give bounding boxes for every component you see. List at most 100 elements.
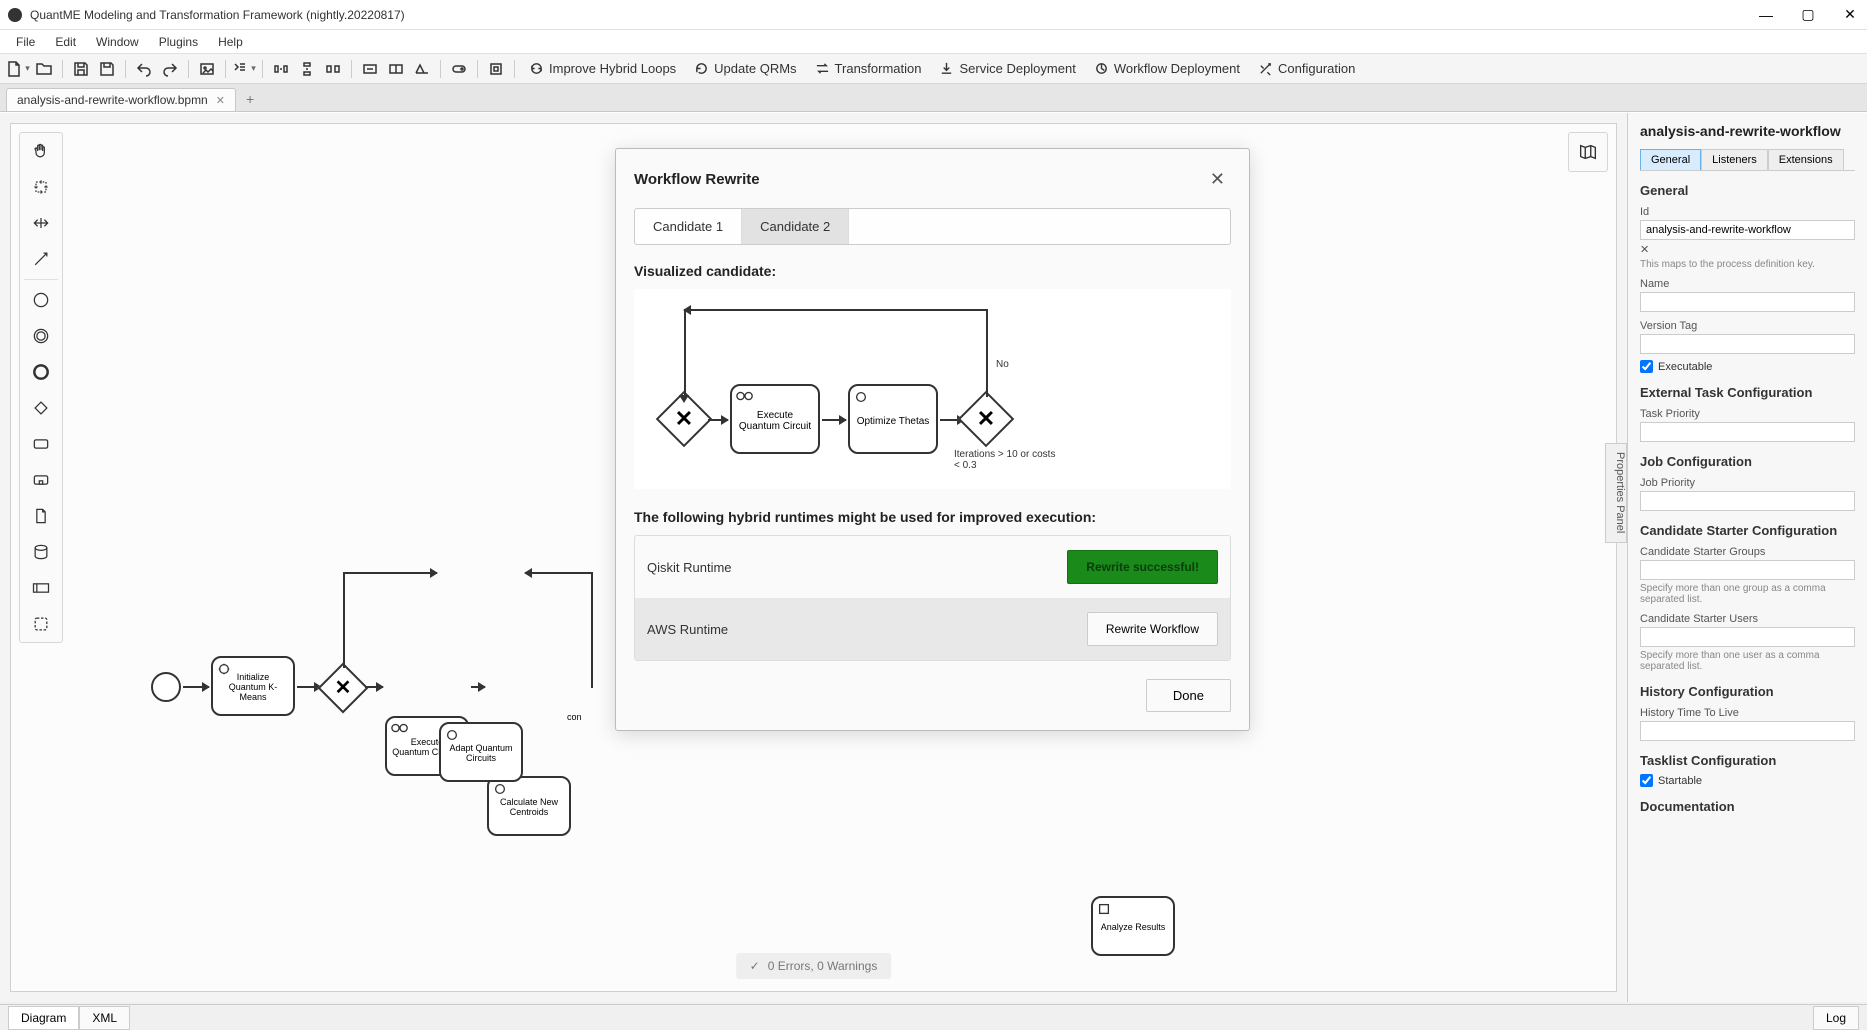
cand-line: [684, 309, 986, 311]
tab-diagram[interactable]: Diagram: [8, 1006, 79, 1030]
errors-badge[interactable]: ✓ 0 Errors, 0 Warnings: [736, 953, 892, 979]
undo-button[interactable]: [132, 57, 156, 81]
misc-icon[interactable]: [484, 57, 508, 81]
tab-xml[interactable]: XML: [79, 1006, 130, 1030]
tab-general[interactable]: General: [1640, 149, 1701, 170]
task-adapt[interactable]: Adapt Quantum Circuits: [439, 722, 523, 782]
close-tab-icon[interactable]: ✕: [216, 94, 225, 107]
menu-plugins[interactable]: Plugins: [149, 35, 208, 49]
lasso-tool[interactable]: [20, 169, 62, 205]
end-event-tool[interactable]: [20, 354, 62, 390]
job-priority-input[interactable]: [1640, 491, 1855, 511]
save-button[interactable]: [69, 57, 93, 81]
data-object-tool[interactable]: [20, 498, 62, 534]
workflow-deployment-button[interactable]: Workflow Deployment: [1086, 57, 1248, 81]
tab-listeners[interactable]: Listeners: [1701, 149, 1768, 170]
executable-checkbox[interactable]: [1640, 360, 1653, 373]
start-event[interactable]: [151, 672, 181, 702]
update-qrms-button[interactable]: Update QRMs: [686, 57, 804, 81]
flow-arrow[interactable]: [471, 686, 485, 688]
tool-c-button[interactable]: [410, 57, 434, 81]
tool-a-button[interactable]: [358, 57, 382, 81]
task-priority-input[interactable]: [1640, 422, 1855, 442]
configuration-button[interactable]: Configuration: [1250, 57, 1363, 81]
menu-window[interactable]: Window: [86, 35, 149, 49]
task-tool[interactable]: [20, 426, 62, 462]
flow-line[interactable]: [343, 572, 345, 668]
tab-log[interactable]: Log: [1813, 1006, 1859, 1030]
runtime-name: AWS Runtime: [647, 622, 1087, 637]
flow-arrow[interactable]: [525, 572, 591, 574]
properties-panel: analysis-and-rewrite-workflow General Li…: [1627, 113, 1867, 1002]
group-tool[interactable]: [20, 606, 62, 642]
flow-arrow[interactable]: [183, 686, 209, 688]
service-label: Service Deployment: [959, 61, 1075, 76]
redo-button[interactable]: [158, 57, 182, 81]
rewrite-workflow-button[interactable]: Rewrite Workflow: [1087, 612, 1218, 646]
cand-task-label: Execute Quantum Circuit: [736, 410, 814, 432]
transformation-button[interactable]: Transformation: [807, 57, 930, 81]
section-ext-task: External Task Configuration: [1640, 385, 1855, 400]
space-tool[interactable]: [20, 205, 62, 241]
connect-tool[interactable]: [20, 241, 62, 277]
startable-checkbox[interactable]: [1640, 774, 1653, 787]
new-file-button[interactable]: [6, 57, 30, 81]
dist-c-button[interactable]: [321, 57, 345, 81]
done-button[interactable]: Done: [1146, 679, 1231, 712]
name-input[interactable]: [1640, 292, 1855, 312]
add-tab-button[interactable]: +: [236, 87, 264, 111]
id-label: Id: [1640, 206, 1855, 218]
open-file-button[interactable]: [32, 57, 56, 81]
pool-tool[interactable]: [20, 570, 62, 606]
cand-groups-input[interactable]: [1640, 560, 1855, 580]
task-calculate[interactable]: Calculate New Centroids: [487, 776, 571, 836]
save-as-button[interactable]: [95, 57, 119, 81]
bpmn-diagram[interactable]: Initialize Quantum K-Means ✕ Execute Qua…: [91, 424, 175, 724]
task-analyze[interactable]: Analyze Results: [1091, 896, 1175, 956]
file-tab[interactable]: analysis-and-rewrite-workflow.bpmn ✕: [6, 88, 236, 111]
task-initialize[interactable]: Initialize Quantum K-Means: [211, 656, 295, 716]
candidate-1-tab[interactable]: Candidate 1: [635, 209, 742, 244]
maximize-button[interactable]: ▢: [1799, 6, 1817, 24]
properties-panel-toggle[interactable]: Properties Panel: [1605, 443, 1627, 543]
flow-arrow[interactable]: [343, 572, 437, 574]
flow-line[interactable]: [591, 572, 593, 688]
gateway-tool[interactable]: [20, 390, 62, 426]
gateway-1[interactable]: ✕: [318, 663, 369, 714]
history-ttl-input[interactable]: [1640, 721, 1855, 741]
cand-users-input[interactable]: [1640, 627, 1855, 647]
minimap-toggle[interactable]: [1568, 132, 1608, 172]
menu-help[interactable]: Help: [208, 35, 253, 49]
tab-extensions[interactable]: Extensions: [1768, 149, 1844, 170]
improve-hybrid-loops-button[interactable]: Improve Hybrid Loops: [521, 57, 684, 81]
id-hint: This maps to the process definition key.: [1640, 259, 1855, 270]
candidate-2-tab[interactable]: Candidate 2: [742, 209, 849, 244]
modal-close-button[interactable]: ✕: [1204, 167, 1231, 192]
subprocess-tool[interactable]: [20, 462, 62, 498]
cand-line: [684, 309, 686, 397]
menu-file[interactable]: File: [6, 35, 45, 49]
align-button[interactable]: [232, 57, 256, 81]
close-window-button[interactable]: ✕: [1841, 6, 1859, 24]
flow-arrow[interactable]: [365, 686, 383, 688]
image-button[interactable]: [195, 57, 219, 81]
intermediate-event-tool[interactable]: [20, 318, 62, 354]
dist-v-button[interactable]: [295, 57, 319, 81]
service-deployment-button[interactable]: Service Deployment: [931, 57, 1083, 81]
menu-edit[interactable]: Edit: [45, 35, 86, 49]
id-input[interactable]: [1640, 220, 1855, 240]
version-input[interactable]: [1640, 334, 1855, 354]
id-clear[interactable]: ✕: [1640, 243, 1855, 256]
start-event-tool[interactable]: [20, 282, 62, 318]
workflow-rewrite-modal: Workflow Rewrite ✕ Candidate 1 Candidate…: [615, 148, 1250, 731]
dist-h-button[interactable]: [269, 57, 293, 81]
tool-b-button[interactable]: [384, 57, 408, 81]
section-history: History Configuration: [1640, 684, 1855, 699]
minimize-button[interactable]: —: [1757, 6, 1775, 24]
history-ttl-label: History Time To Live: [1640, 707, 1855, 719]
candidate-visualization: ✕ Execute Quantum Circuit Optimize Theta…: [634, 289, 1231, 489]
game-icon[interactable]: [447, 57, 471, 81]
data-store-tool[interactable]: [20, 534, 62, 570]
hand-tool[interactable]: [20, 133, 62, 169]
rewrite-success-button[interactable]: Rewrite successful!: [1067, 550, 1218, 584]
